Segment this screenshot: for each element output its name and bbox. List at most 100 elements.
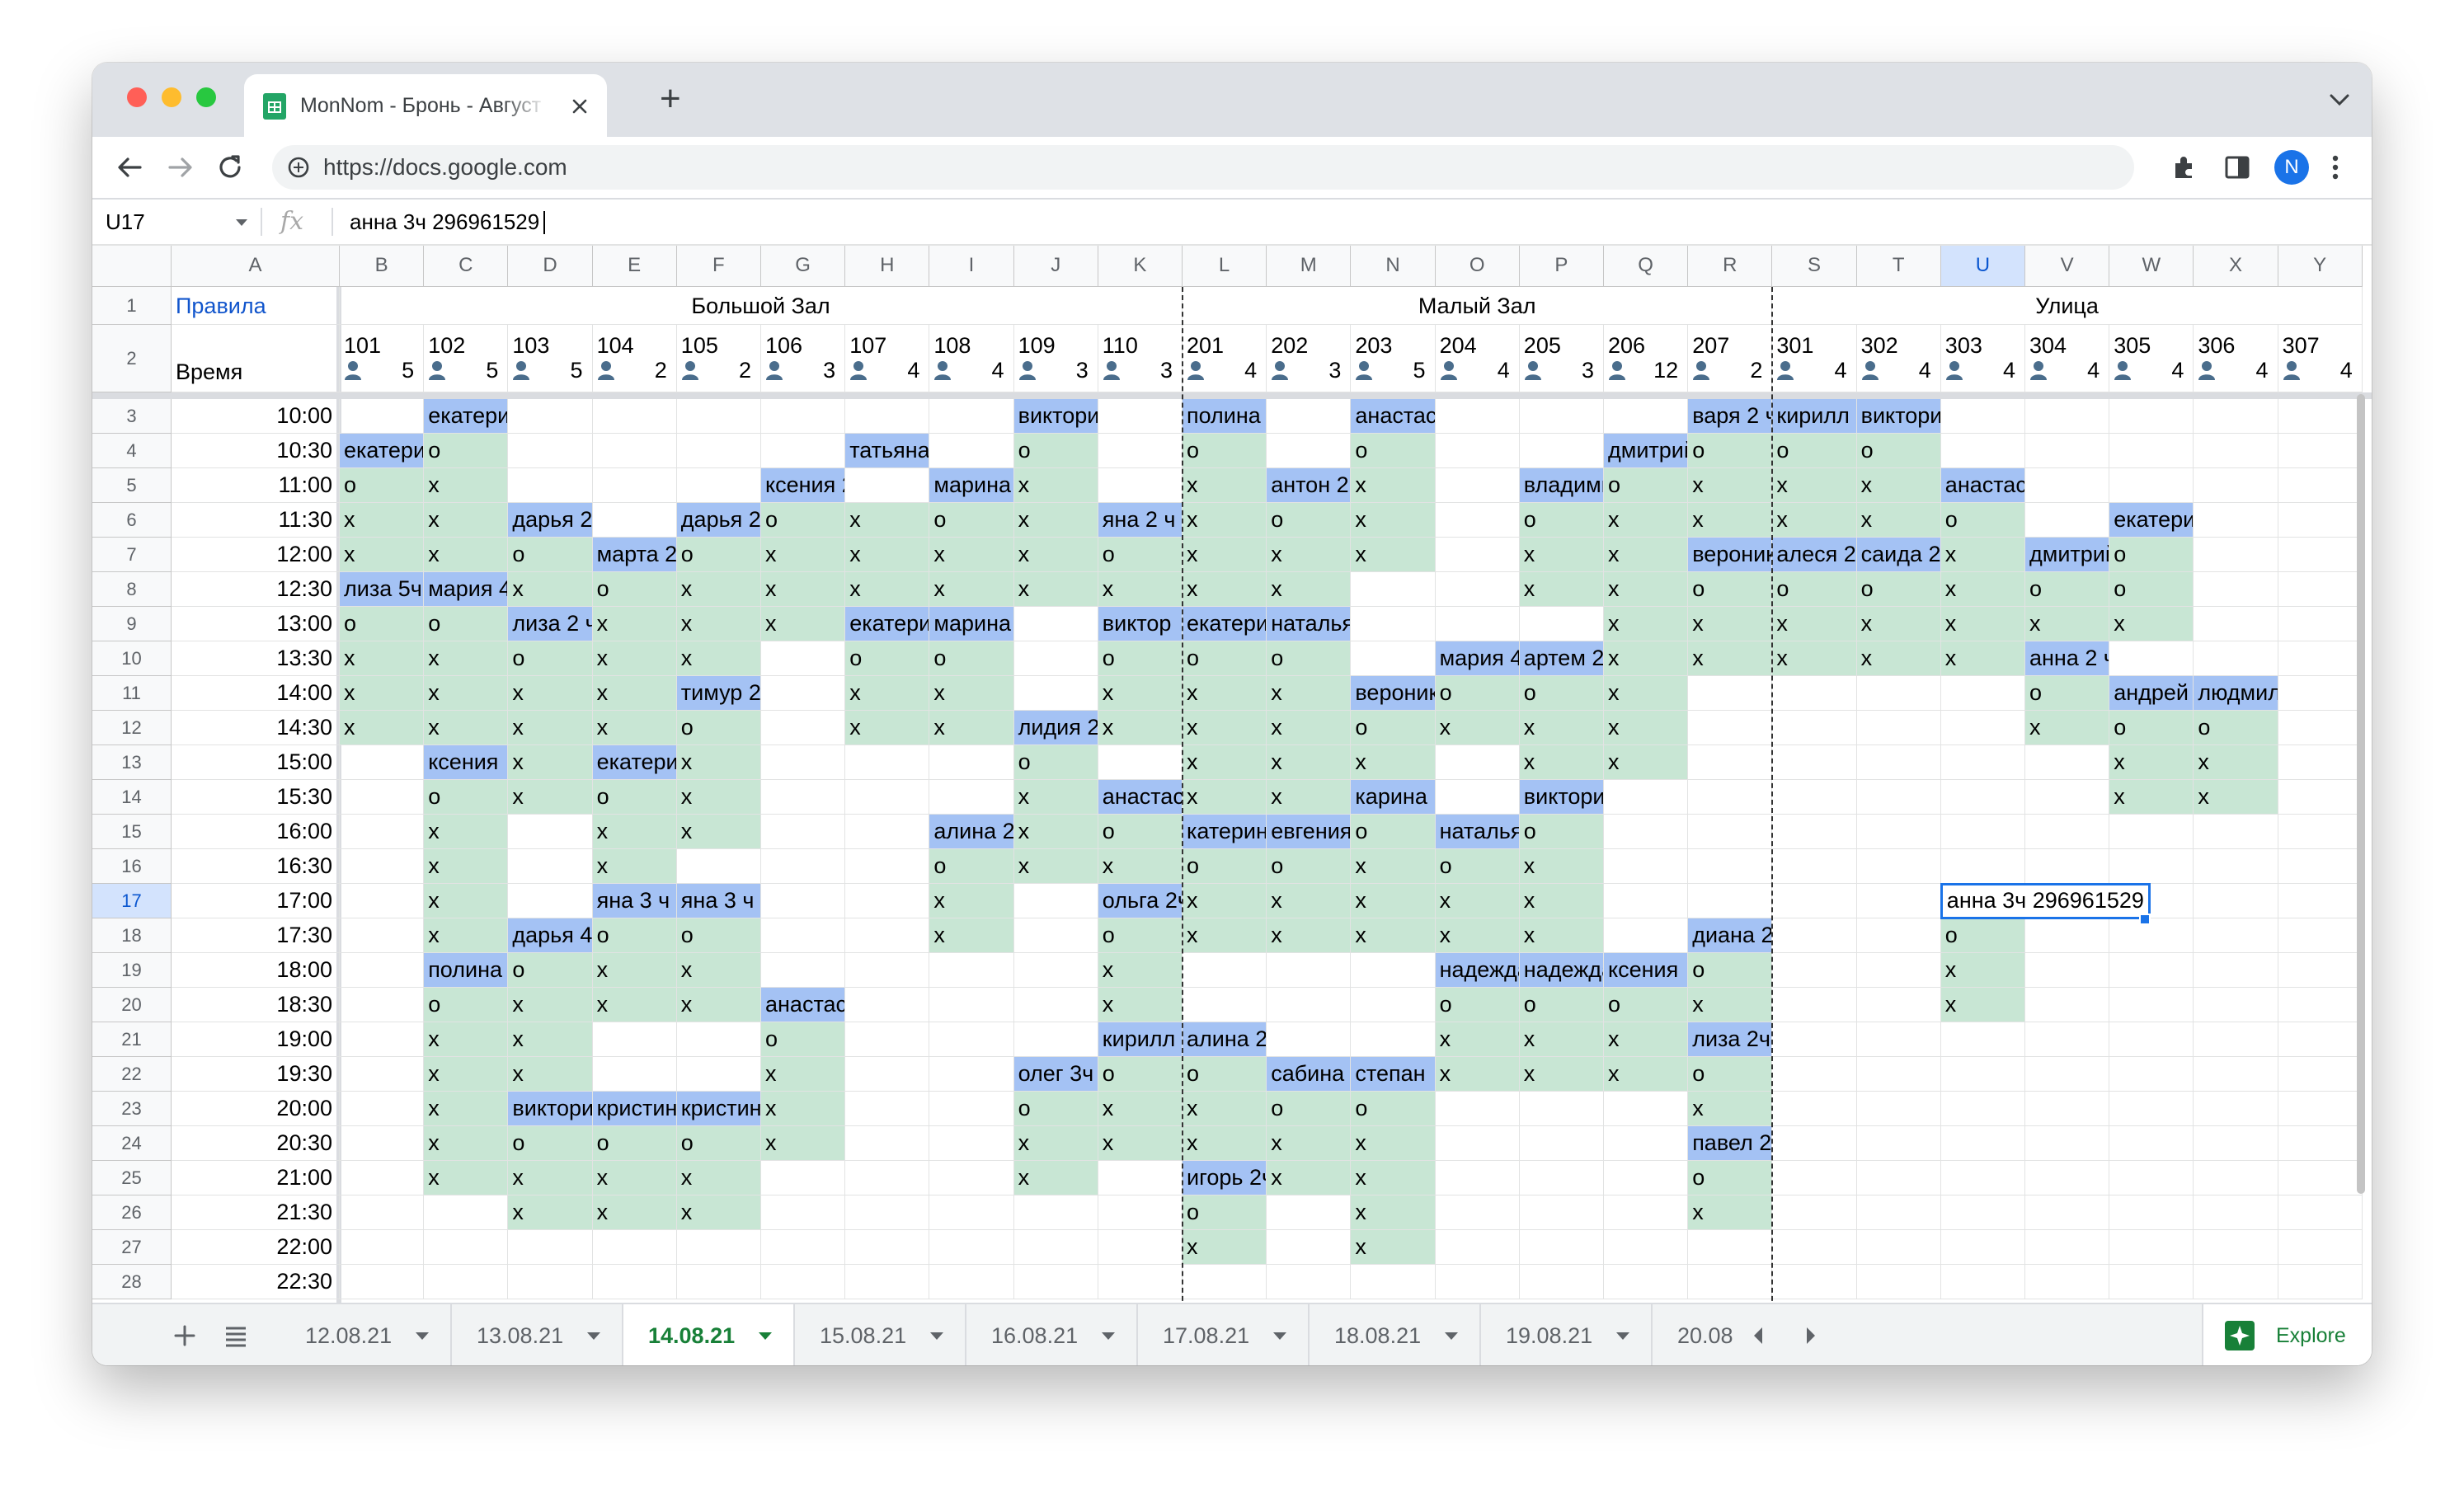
booking-slot-cell[interactable]: o [761,503,846,538]
empty-cell[interactable] [1772,1161,1857,1195]
profile-avatar[interactable]: N [2274,150,2309,185]
empty-cell[interactable] [1013,884,1098,918]
row-header-4[interactable]: 4 [92,434,172,468]
booking-slot-cell[interactable]: x [2109,780,2194,815]
booking-name-cell[interactable]: екатерина [2109,503,2194,538]
booking-slot-cell[interactable]: x [1604,1057,1689,1092]
empty-cell[interactable] [2194,572,2278,607]
empty-cell[interactable] [1519,1195,1604,1230]
empty-cell[interactable] [1604,399,1689,434]
column-header-A[interactable]: A [172,246,340,287]
empty-cell[interactable] [1772,1092,1857,1126]
empty-cell[interactable] [2025,434,2110,468]
booking-slot-cell[interactable]: o [1435,849,1520,884]
empty-cell[interactable] [1940,399,2025,434]
booking-slot-cell[interactable]: x [929,918,1014,953]
booking-slot-cell[interactable]: o [508,1126,593,1161]
empty-cell[interactable] [1435,780,1520,815]
empty-cell[interactable] [1435,607,1520,641]
column-header-C[interactable]: C [424,246,509,287]
booking-slot-cell[interactable]: x [1519,745,1604,780]
empty-cell[interactable] [2194,849,2278,884]
booking-slot-cell[interactable]: o [508,953,593,988]
booking-slot-cell[interactable]: x [1267,1126,1352,1161]
empty-cell[interactable] [2109,918,2194,953]
row-header-9[interactable]: 9 [92,607,172,641]
booking-slot-cell[interactable]: o [1856,572,1941,607]
empty-cell[interactable] [2278,607,2363,641]
booking-slot-cell[interactable]: x [340,503,425,538]
sheet-tab-menu-icon[interactable] [1273,1332,1286,1340]
booking-slot-cell[interactable]: o [1098,641,1183,676]
sheet-tab-menu-icon[interactable] [1102,1332,1115,1340]
empty-cell[interactable] [2278,953,2363,988]
booking-slot-cell[interactable]: x [1351,918,1436,953]
empty-cell[interactable] [676,1022,761,1057]
empty-cell[interactable] [845,953,930,988]
empty-cell[interactable] [1435,434,1520,468]
empty-cell[interactable] [1351,988,1436,1022]
booking-slot-cell[interactable]: x [1013,468,1098,503]
empty-cell[interactable] [1856,918,1941,953]
booking-name-cell[interactable]: екатерина [424,399,509,434]
empty-cell[interactable] [1772,815,1857,849]
sheet-tab-menu-icon[interactable] [1616,1332,1629,1340]
empty-cell[interactable] [2194,1057,2278,1092]
empty-cell[interactable] [2278,815,2363,849]
booking-slot-cell[interactable]: x [592,1161,677,1195]
booking-slot-cell[interactable]: x [1351,1161,1436,1195]
booking-slot-cell[interactable]: x [508,1195,593,1230]
empty-cell[interactable] [1267,434,1352,468]
empty-cell[interactable] [592,1230,677,1265]
booking-slot-cell[interactable]: x [1183,884,1267,918]
booking-name-cell[interactable]: яна 2 ч [1098,503,1183,538]
booking-slot-cell[interactable]: x [1856,607,1941,641]
empty-cell[interactable] [2278,849,2363,884]
empty-cell[interactable] [424,1195,509,1230]
empty-cell[interactable] [2194,815,2278,849]
booking-slot-cell[interactable]: x [1940,641,2025,676]
empty-cell[interactable] [2278,538,2363,572]
booking-slot-cell[interactable]: x [1519,1057,1604,1092]
booking-slot-cell[interactable]: x [1604,745,1689,780]
booking-slot-cell[interactable]: x [340,711,425,745]
empty-cell[interactable] [2278,503,2363,538]
booking-slot-cell[interactable]: x [1183,676,1267,711]
empty-cell[interactable] [2025,1230,2110,1265]
booking-slot-cell[interactable]: x [1435,884,1520,918]
close-tab-icon[interactable] [571,97,589,115]
empty-cell[interactable] [1604,1161,1689,1195]
booking-slot-cell[interactable]: x [1772,641,1857,676]
booking-slot-cell[interactable]: x [1098,953,1183,988]
empty-cell[interactable] [1772,1022,1857,1057]
booking-name-cell[interactable]: дмитрий [2025,538,2110,572]
booking-name-cell[interactable]: катерина [1183,815,1267,849]
empty-cell[interactable] [1940,676,2025,711]
booking-slot-cell[interactable]: x [2025,711,2110,745]
booking-slot-cell[interactable]: x [508,1057,593,1092]
empty-cell[interactable] [2278,399,2363,434]
booking-slot-cell[interactable]: x [676,641,761,676]
booking-slot-cell[interactable]: x [1098,676,1183,711]
empty-cell[interactable] [1351,641,1436,676]
name-box-dropdown-icon[interactable] [236,219,247,227]
booking-slot-cell[interactable]: x [1604,572,1689,607]
empty-cell[interactable] [1940,1126,2025,1161]
row-header-16[interactable]: 16 [92,849,172,884]
spreadsheet-grid[interactable]: A B C D E F G H I J K L M N O P Q R S T U V W X Y 1 2 3 4 5 6 7 8 9 10 11 12… [92,246,2372,1332]
booking-slot-cell[interactable]: x [1183,745,1267,780]
row-header-17[interactable]: 17 [92,884,172,918]
booking-slot-cell[interactable]: x [1267,780,1352,815]
empty-cell[interactable] [761,676,846,711]
sheet-tab-menu-icon[interactable] [930,1332,943,1340]
empty-cell[interactable] [2025,918,2110,953]
side-panel-icon[interactable] [2223,153,2251,181]
booking-slot-cell[interactable]: x [1267,538,1352,572]
empty-cell[interactable] [1940,815,2025,849]
empty-cell[interactable] [1688,815,1773,849]
booking-slot-cell[interactable]: x [845,503,930,538]
empty-cell[interactable] [1435,468,1520,503]
empty-cell[interactable] [1856,1092,1941,1126]
empty-cell[interactable] [1772,1230,1857,1265]
column-header-Y[interactable]: Y [2278,246,2363,287]
